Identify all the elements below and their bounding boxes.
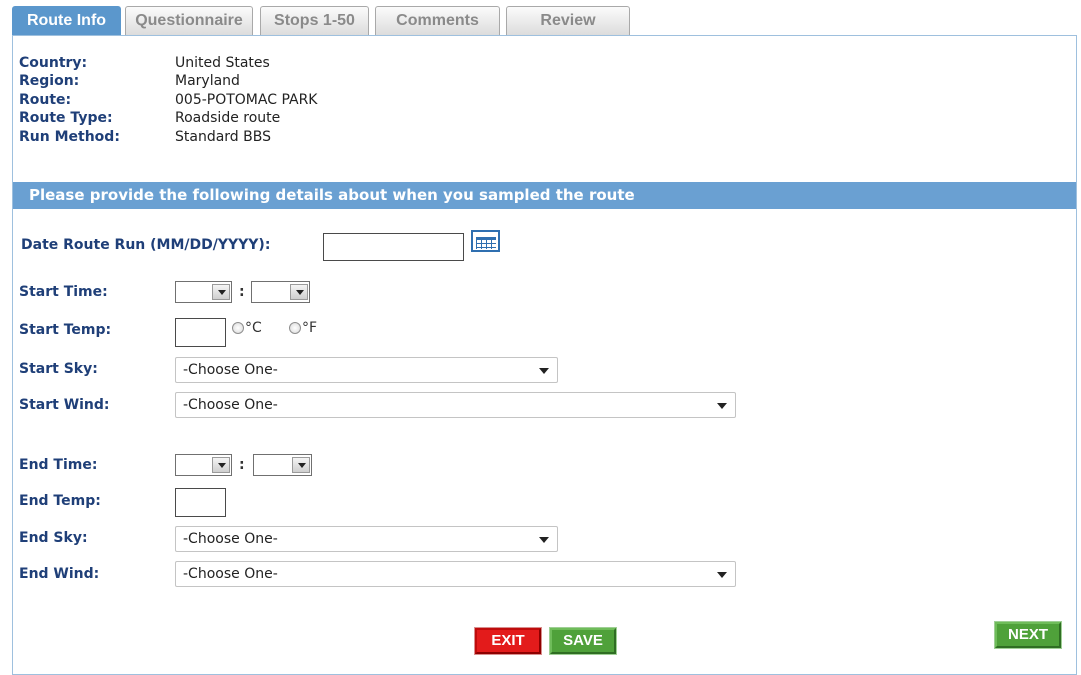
start-sky-select[interactable]: -Choose One- [175, 357, 558, 383]
route-info-panel: Country: United States Region: Maryland Ro… [12, 35, 1077, 675]
fahrenheit-label: °F [302, 320, 318, 336]
route-type-value: Roadside route [175, 110, 281, 127]
fahrenheit-radio[interactable] [289, 322, 301, 334]
calendar-icon[interactable] [471, 230, 500, 252]
route-type-label: Route Type: [19, 110, 113, 127]
tab-comments[interactable]: Comments [375, 6, 500, 35]
chevron-down-icon [290, 284, 308, 300]
end-wind-select[interactable]: -Choose One- [175, 561, 736, 587]
tab-bar: Route Info Questionnaire Stops 1-50 Comm… [12, 6, 632, 36]
instruction-banner: Please provide the following details abo… [13, 182, 1076, 209]
end-sky-value: -Choose One- [183, 531, 278, 547]
start-wind-value: -Choose One- [183, 397, 278, 413]
end-hour-select[interactable] [175, 454, 232, 476]
chevron-down-icon [717, 572, 727, 578]
route-summary: Country: United States Region: Maryland Ro… [19, 54, 317, 146]
start-minute-select[interactable] [251, 281, 310, 303]
save-button[interactable]: SAVE [550, 628, 616, 654]
tab-route-info[interactable]: Route Info [12, 6, 121, 35]
chevron-down-icon [212, 457, 230, 473]
end-minute-select[interactable] [253, 454, 312, 476]
region-value: Maryland [175, 73, 240, 90]
end-wind-label: End Wind: [19, 566, 100, 582]
start-temp-label: Start Temp: [19, 322, 112, 338]
end-temp-label: End Temp: [19, 493, 101, 509]
tab-review[interactable]: Review [506, 6, 630, 35]
chevron-down-icon [539, 368, 549, 374]
start-time-label: Start Time: [19, 284, 108, 300]
time-separator: : [239, 457, 245, 473]
celsius-radio[interactable] [232, 322, 244, 334]
end-wind-value: -Choose One- [183, 566, 278, 582]
time-separator: : [239, 284, 245, 300]
run-method-value: Standard BBS [175, 128, 271, 145]
end-temp-input[interactable] [175, 488, 226, 517]
next-button[interactable]: NEXT [995, 622, 1061, 648]
date-label: Date Route Run (MM/DD/YYYY): [21, 237, 271, 253]
start-temp-input[interactable] [175, 318, 226, 347]
end-sky-select[interactable]: -Choose One- [175, 526, 558, 552]
start-sky-label: Start Sky: [19, 361, 98, 377]
tab-stops[interactable]: Stops 1-50 [260, 6, 369, 35]
run-method-label: Run Method: [19, 128, 120, 145]
country-label: Country: [19, 55, 88, 71]
chevron-down-icon [539, 537, 549, 543]
chevron-down-icon [212, 284, 230, 300]
date-input[interactable] [323, 233, 464, 261]
route-label: Route: [19, 91, 72, 108]
chevron-down-icon [292, 457, 310, 473]
chevron-down-icon [717, 403, 727, 409]
tab-questionnaire[interactable]: Questionnaire [125, 6, 253, 35]
start-wind-select[interactable]: -Choose One- [175, 392, 736, 418]
country-value: United States [175, 55, 270, 71]
celsius-label: °C [245, 320, 262, 336]
route-value: 005-POTOMAC PARK [175, 91, 318, 108]
exit-button[interactable]: EXIT [475, 628, 541, 654]
start-sky-value: -Choose One- [183, 362, 278, 378]
end-sky-label: End Sky: [19, 530, 88, 546]
start-wind-label: Start Wind: [19, 397, 110, 413]
region-label: Region: [19, 73, 80, 90]
start-hour-select[interactable] [175, 281, 232, 303]
end-time-label: End Time: [19, 457, 98, 473]
